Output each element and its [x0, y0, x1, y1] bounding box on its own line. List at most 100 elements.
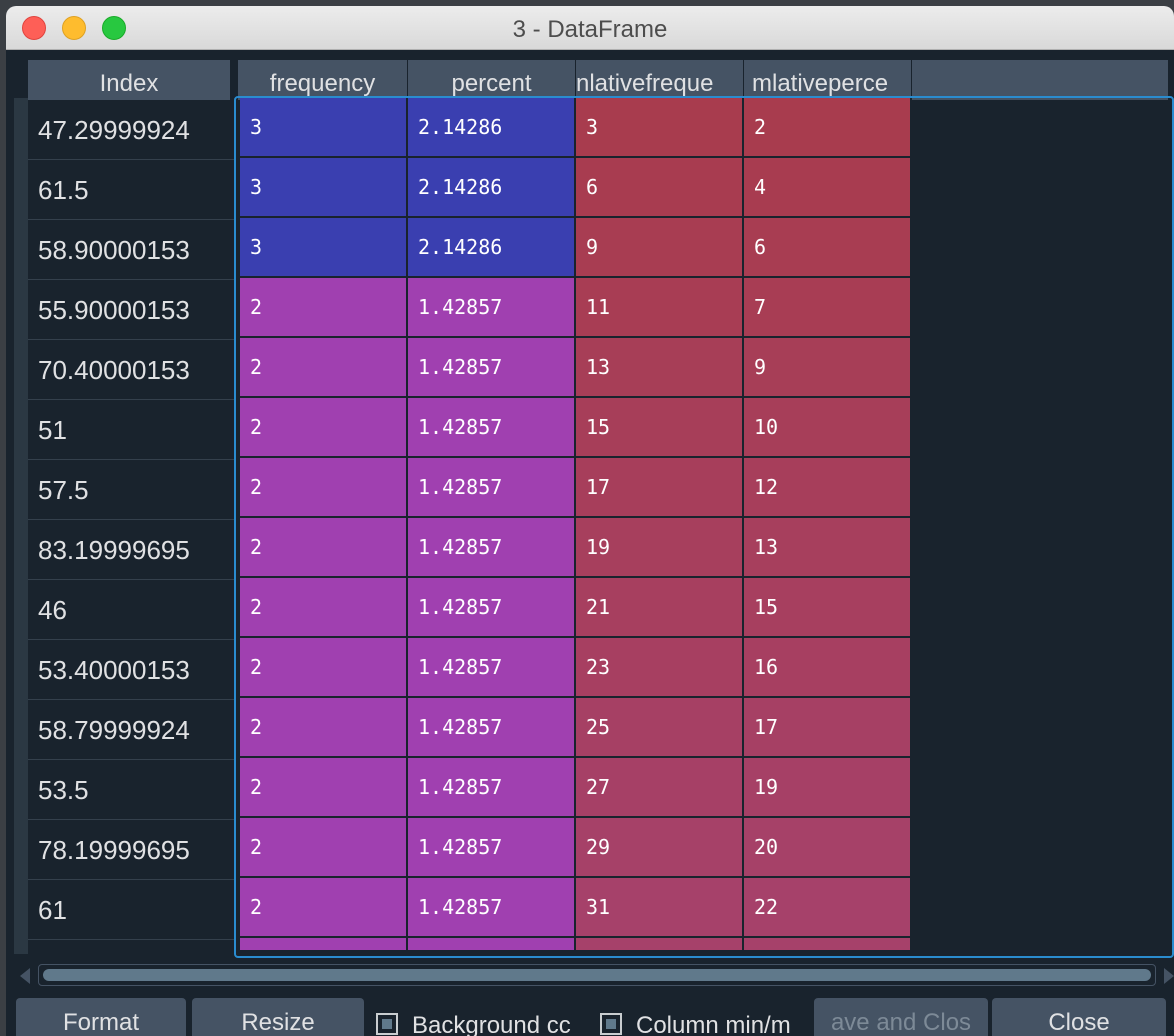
cell-percent[interactable]: 2.14286: [408, 158, 576, 218]
cell-cumulative-percent[interactable]: 15: [744, 578, 912, 638]
save-and-close-button[interactable]: ave and Clos: [814, 998, 988, 1036]
cell-cumulative-frequency[interactable]: 17: [576, 458, 744, 518]
cell-percent[interactable]: 1.42857: [408, 758, 576, 818]
cell-percent[interactable]: 1.42857: [408, 398, 576, 458]
format-button[interactable]: Format: [16, 998, 186, 1036]
cell-percent[interactable]: 1.42857: [408, 458, 576, 518]
scrollbar-track[interactable]: [38, 964, 1156, 986]
cell-percent[interactable]: 1.42857: [408, 518, 576, 578]
index-cell[interactable]: 83.19999695: [28, 520, 234, 580]
cell-cumulative-percent[interactable]: 20: [744, 818, 912, 878]
column-headers: frequency percent nlativefreque mlativep…: [238, 60, 1168, 100]
index-column: 47.29999924 61.5 58.90000153 55.90000153 70.…: [10, 98, 234, 954]
cell-cumulative-frequency[interactable]: 15: [576, 398, 744, 458]
index-cell[interactable]: 61.5: [28, 160, 234, 220]
cell-cumulative-frequency[interactable]: 6: [576, 158, 744, 218]
column-header-frequency[interactable]: frequency: [238, 60, 408, 100]
window-title: 3 - DataFrame: [512, 16, 668, 43]
scroll-left-icon[interactable]: [20, 968, 30, 984]
cell-cumulative-frequency[interactable]: 21: [576, 578, 744, 638]
cell-frequency[interactable]: 2: [240, 578, 408, 638]
column-minmax-label: Column min/m: [636, 1012, 791, 1036]
cell-frequency[interactable]: 2: [240, 398, 408, 458]
cell-percent[interactable]: 1.42857: [408, 698, 576, 758]
cell-percent[interactable]: 2.14286: [408, 218, 576, 278]
cell-frequency[interactable]: 3: [240, 218, 408, 278]
cell-frequency[interactable]: 2: [240, 878, 408, 938]
cell-percent[interactable]: 1.42857: [408, 818, 576, 878]
partial-row-cell[interactable]: [744, 938, 912, 952]
background-color-checkbox[interactable]: Background cc: [376, 1006, 590, 1036]
cell-cumulative-frequency[interactable]: 13: [576, 338, 744, 398]
cell-percent[interactable]: 1.42857: [408, 878, 576, 938]
column-header-cumulative-percent[interactable]: mlativeperce: [744, 60, 912, 100]
cell-cumulative-percent[interactable]: 19: [744, 758, 912, 818]
horizontal-scrollbar[interactable]: [20, 964, 1174, 986]
cell-cumulative-percent[interactable]: 6: [744, 218, 912, 278]
cell-frequency[interactable]: 2: [240, 638, 408, 698]
cell-cumulative-frequency[interactable]: 27: [576, 758, 744, 818]
index-header[interactable]: Index: [28, 60, 230, 100]
index-cell[interactable]: 55.90000153: [28, 280, 234, 340]
cell-cumulative-frequency[interactable]: 23: [576, 638, 744, 698]
cell-frequency[interactable]: 3: [240, 98, 408, 158]
partial-row-cell[interactable]: [408, 938, 576, 952]
index-cell[interactable]: 47.29999924: [28, 100, 234, 160]
checkbox-icon[interactable]: [600, 1012, 622, 1035]
index-cell[interactable]: 53.5: [28, 760, 234, 820]
cell-frequency[interactable]: 2: [240, 458, 408, 518]
scroll-right-icon[interactable]: [1164, 968, 1174, 984]
data-grid[interactable]: 3 2.14286 3 2 3 2.14286 6 4 3 2.14286 9 6 2 1.42857 11…: [234, 96, 1174, 958]
checkbox-icon[interactable]: [376, 1012, 398, 1035]
cell-cumulative-percent[interactable]: 16: [744, 638, 912, 698]
cell-cumulative-frequency[interactable]: 25: [576, 698, 744, 758]
cell-frequency[interactable]: 2: [240, 278, 408, 338]
cell-cumulative-frequency[interactable]: 11: [576, 278, 744, 338]
cell-percent[interactable]: 2.14286: [408, 98, 576, 158]
cell-frequency[interactable]: 2: [240, 818, 408, 878]
cell-percent[interactable]: 1.42857: [408, 278, 576, 338]
cell-cumulative-percent[interactable]: 2: [744, 98, 912, 158]
resize-button[interactable]: Resize: [192, 998, 364, 1036]
cell-frequency[interactable]: 2: [240, 518, 408, 578]
index-cell[interactable]: 46: [28, 580, 234, 640]
cell-frequency[interactable]: 3: [240, 158, 408, 218]
index-cell[interactable]: 61: [28, 880, 234, 940]
dataframe-window: 3 - DataFrame Index frequency percent nl…: [6, 6, 1174, 1036]
background-color-label: Background cc: [412, 1012, 571, 1036]
scrollbar-thumb[interactable]: [43, 969, 1151, 981]
column-header-percent[interactable]: percent: [408, 60, 576, 100]
cell-frequency[interactable]: 2: [240, 338, 408, 398]
partial-row-cell[interactable]: [576, 938, 744, 952]
row-gutter: [14, 98, 28, 954]
cell-cumulative-percent[interactable]: 7: [744, 278, 912, 338]
index-cell[interactable]: 70.40000153: [28, 340, 234, 400]
index-cell[interactable]: 78.19999695: [28, 820, 234, 880]
cell-cumulative-frequency[interactable]: 3: [576, 98, 744, 158]
cell-cumulative-frequency[interactable]: 19: [576, 518, 744, 578]
cell-frequency[interactable]: 2: [240, 758, 408, 818]
cell-percent[interactable]: 1.42857: [408, 578, 576, 638]
partial-row-cell[interactable]: [240, 938, 408, 952]
close-button[interactable]: Close: [992, 998, 1166, 1036]
cell-frequency[interactable]: 2: [240, 698, 408, 758]
cell-cumulative-percent[interactable]: 4: [744, 158, 912, 218]
cell-cumulative-percent[interactable]: 17: [744, 698, 912, 758]
cell-cumulative-percent[interactable]: 12: [744, 458, 912, 518]
index-cell[interactable]: 57.5: [28, 460, 234, 520]
index-cell[interactable]: 53.40000153: [28, 640, 234, 700]
cell-cumulative-percent[interactable]: 10: [744, 398, 912, 458]
cell-percent[interactable]: 1.42857: [408, 338, 576, 398]
cell-percent[interactable]: 1.42857: [408, 638, 576, 698]
cell-cumulative-percent[interactable]: 9: [744, 338, 912, 398]
index-cell[interactable]: 58.79999924: [28, 700, 234, 760]
column-header-cumulative-frequency[interactable]: nlativefreque: [576, 60, 744, 100]
index-cell[interactable]: 51: [28, 400, 234, 460]
index-cell[interactable]: 58.90000153: [28, 220, 234, 280]
column-minmax-checkbox[interactable]: Column min/m: [600, 1006, 814, 1036]
cell-cumulative-percent[interactable]: 22: [744, 878, 912, 938]
cell-cumulative-frequency[interactable]: 29: [576, 818, 744, 878]
cell-cumulative-frequency[interactable]: 31: [576, 878, 744, 938]
cell-cumulative-frequency[interactable]: 9: [576, 218, 744, 278]
cell-cumulative-percent[interactable]: 13: [744, 518, 912, 578]
